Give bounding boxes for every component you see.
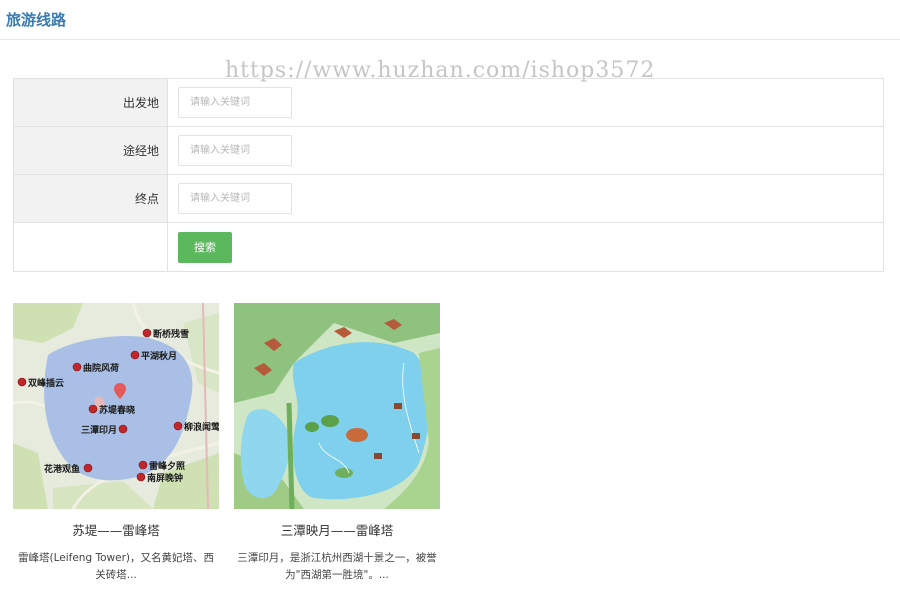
form-row-destination: 终点 [14, 175, 883, 223]
page-header: 旅游线路 [0, 0, 900, 40]
route-title[interactable]: 三潭映月——雷峰塔 [234, 520, 440, 539]
form-row-departure: 出发地 [14, 79, 883, 127]
svg-text:雷峰夕照: 雷峰夕照 [149, 460, 185, 472]
destination-label: 终点 [14, 175, 168, 222]
route-description: 三潭印月，是浙江杭州西湖十景之一，被誉为"西湖第一胜境"。... [237, 552, 437, 581]
form-row-via: 途经地 [14, 127, 883, 175]
route-card[interactable]: 三潭映月——雷峰塔 三潭印月，是浙江杭州西湖十景之一，被誉为"西湖第一胜境"。.… [234, 303, 440, 584]
via-input[interactable] [178, 135, 292, 166]
svg-text:苏堤春晓: 苏堤春晓 [99, 404, 135, 416]
route-list: 断桥残雪 平湖秋月 曲院风荷 双峰插云 苏堤春晓 三潭印月 柳浪闻莺 花港观鱼 … [13, 303, 440, 584]
search-form: 出发地 途经地 终点 搜索 [13, 78, 884, 272]
destination-input[interactable] [178, 183, 292, 214]
svg-text:双峰插云: 双峰插云 [28, 377, 64, 389]
route-card[interactable]: 断桥残雪 平湖秋月 曲院风荷 双峰插云 苏堤春晓 三潭印月 柳浪闻莺 花港观鱼 … [13, 303, 219, 584]
route-image-map[interactable]: 断桥残雪 平湖秋月 曲院风荷 双峰插云 苏堤春晓 三潭印月 柳浪闻莺 花港观鱼 … [13, 303, 219, 509]
svg-text:三潭印月: 三潭印月 [81, 424, 117, 436]
svg-text:曲院风荷: 曲院风荷 [83, 362, 119, 374]
route-image-illustration[interactable] [234, 303, 440, 509]
empty-label [14, 223, 168, 271]
search-button[interactable]: 搜索 [178, 231, 232, 263]
page-title: 旅游线路 [6, 11, 67, 29]
form-row-actions: 搜索 [14, 223, 883, 271]
svg-text:断桥残雪: 断桥残雪 [153, 328, 189, 340]
via-label: 途经地 [14, 127, 168, 174]
svg-text:平湖秋月: 平湖秋月 [141, 350, 177, 362]
route-description: 雷峰塔(Leifeng Tower)，又名黄妃塔、西关砖塔... [18, 552, 214, 581]
route-title[interactable]: 苏堤——雷峰塔 [13, 520, 219, 539]
svg-text:南屏晚钟: 南屏晚钟 [147, 472, 183, 484]
svg-text:柳浪闻莺: 柳浪闻莺 [184, 421, 219, 433]
svg-text:花港观鱼: 花港观鱼 [44, 463, 80, 475]
departure-label: 出发地 [14, 79, 168, 126]
departure-input[interactable] [178, 87, 292, 118]
